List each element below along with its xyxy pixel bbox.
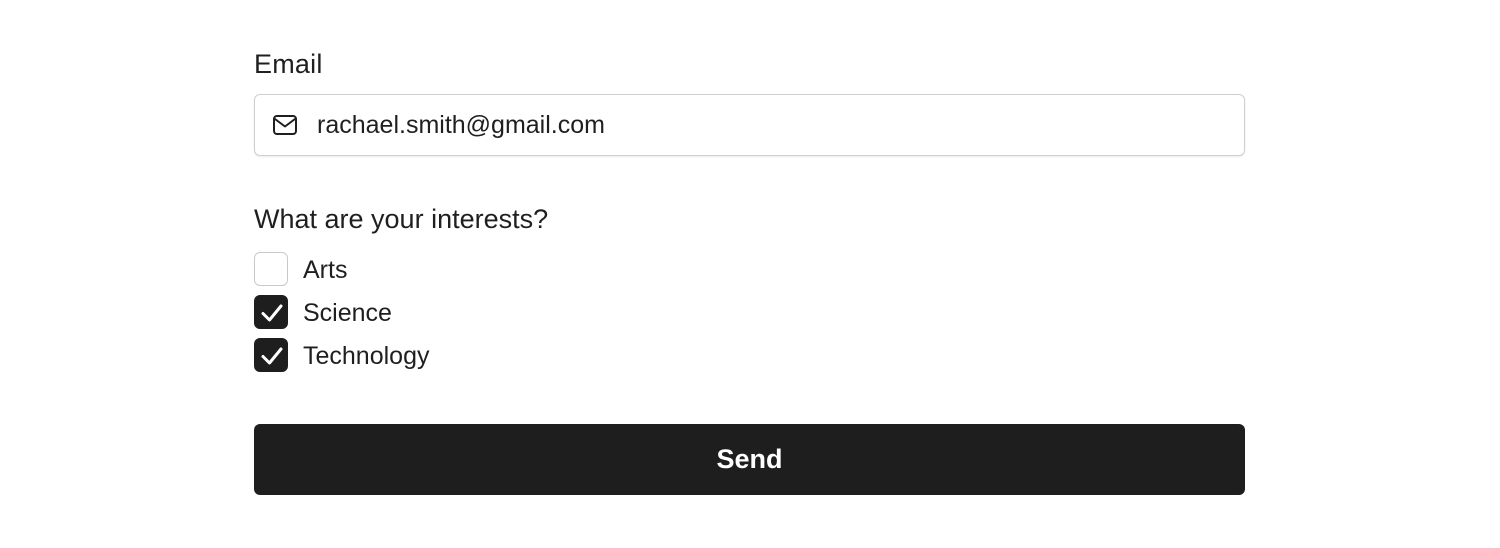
option-label: Science bbox=[303, 299, 392, 327]
email-input[interactable] bbox=[317, 105, 1217, 145]
option-science[interactable]: Science bbox=[254, 295, 654, 331]
option-label: Arts bbox=[303, 256, 348, 284]
email-label: Email bbox=[254, 49, 323, 79]
checkmark-icon bbox=[261, 347, 283, 365]
mail-icon bbox=[272, 113, 298, 137]
send-button[interactable]: Send bbox=[254, 424, 1245, 495]
arts-checkbox[interactable] bbox=[254, 252, 288, 286]
interests-question: What are your interests? bbox=[254, 204, 549, 234]
checkmark-icon bbox=[261, 304, 283, 322]
science-checkbox[interactable] bbox=[254, 295, 288, 329]
technology-checkbox[interactable] bbox=[254, 338, 288, 372]
email-field-container[interactable] bbox=[254, 94, 1245, 156]
option-label: Technology bbox=[303, 342, 430, 370]
option-technology[interactable]: Technology bbox=[254, 338, 654, 374]
option-arts[interactable]: Arts bbox=[254, 252, 654, 288]
